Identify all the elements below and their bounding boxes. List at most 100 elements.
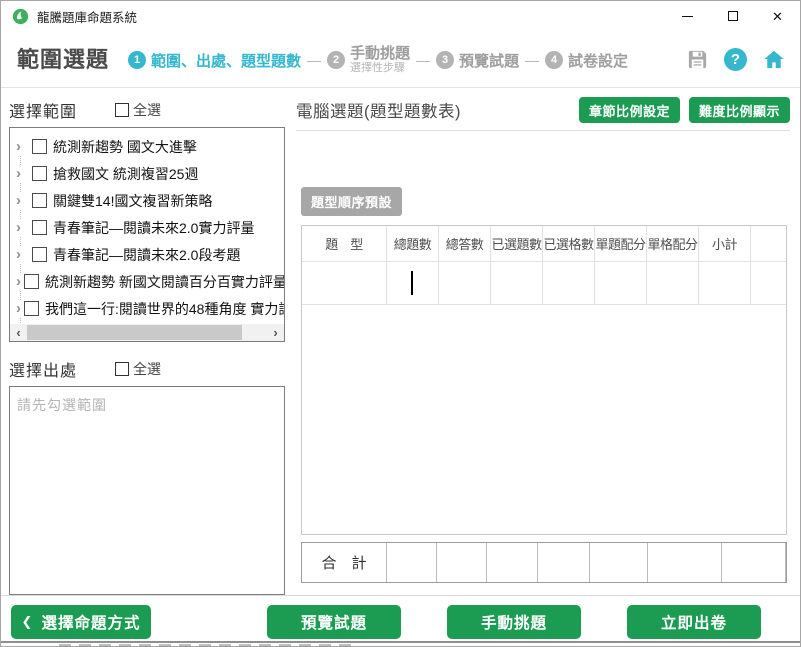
- tree-item-checkbox[interactable]: [32, 166, 47, 181]
- title-bar: 龍騰題庫命題系統 ✕: [1, 1, 800, 31]
- range-select-all[interactable]: 全選: [115, 100, 161, 120]
- tree-item-checkbox[interactable]: [24, 301, 39, 316]
- step-separator: —: [525, 52, 539, 68]
- left-panel: 選擇範圍 全選 › 統測新趨勢 國文大進擊 › 搶救國文 統測複習25週 › 關…: [9, 89, 285, 595]
- totals-cell: [487, 543, 538, 582]
- tree-item-checkbox[interactable]: [24, 274, 39, 289]
- range-tree-item[interactable]: › 搶救國文 統測複習25週: [10, 160, 284, 187]
- scroll-left-icon[interactable]: ‹: [10, 324, 27, 341]
- window-controls: ✕: [665, 1, 800, 31]
- tree-item-label: 青春筆記—閱讀未來2.0實力評量: [53, 218, 254, 238]
- manual-button-label: 手動挑題: [481, 611, 547, 633]
- step-1-range[interactable]: 1 範圍、出處、題型題數: [128, 50, 301, 71]
- range-tree-item[interactable]: › 我們這一行:閱讀世界的48種角度 實力評量: [10, 295, 284, 322]
- totals-label: 合 計: [302, 543, 387, 582]
- export-paper-button[interactable]: 立即出卷: [627, 605, 761, 639]
- table-data-row: [302, 262, 786, 305]
- table-empty-area: [302, 305, 786, 534]
- tree-expand-icon[interactable]: ›: [16, 247, 29, 262]
- tree-expand-icon[interactable]: ›: [16, 220, 29, 235]
- maximize-button[interactable]: [710, 1, 755, 31]
- column-header-points-per-blank: 單格配分: [647, 226, 699, 261]
- text-caret: [411, 271, 413, 295]
- step-3-preview[interactable]: 3 預覽試題: [436, 50, 519, 71]
- step-separator: —: [416, 52, 430, 68]
- selected-blanks-cell[interactable]: [543, 262, 595, 304]
- tree-item-label: 我們這一行:閱讀世界的48種角度 實力評量: [45, 299, 285, 319]
- close-icon: ✕: [772, 10, 783, 23]
- tree-expand-icon[interactable]: ›: [16, 274, 21, 289]
- range-tree-item[interactable]: › 青春筆記—閱讀未來2.0段考題: [10, 241, 284, 268]
- choose-method-back-button[interactable]: ❮ 選擇命題方式: [11, 605, 151, 639]
- range-tree-item[interactable]: › 統測新趨勢 新國文閱讀百分百實力評量: [10, 268, 284, 295]
- step-2-sublabel: 選擇性步驟: [350, 62, 410, 75]
- footer-divider: [1, 595, 800, 596]
- subtotal-cell[interactable]: [699, 262, 751, 304]
- column-header-total-answers: 總答數: [439, 226, 491, 261]
- horizontal-scrollbar[interactable]: ‹ ›: [10, 324, 284, 341]
- close-button[interactable]: ✕: [755, 1, 800, 31]
- computer-pick-title: 電腦選題(題型題數表): [296, 98, 461, 122]
- column-header-selected-blanks: 已選格數: [543, 226, 595, 261]
- range-select-all-checkbox[interactable]: [115, 103, 129, 117]
- page-title: 範圍選題: [17, 42, 109, 74]
- home-button[interactable]: [762, 48, 786, 71]
- step-4-label: 試卷設定: [568, 50, 628, 71]
- range-title: 選擇範圍: [9, 98, 77, 122]
- tree-expand-icon[interactable]: ›: [16, 166, 29, 181]
- totals-cell: [538, 543, 590, 582]
- step-4-paper-settings[interactable]: 4 試卷設定: [545, 50, 628, 71]
- range-tree-item[interactable]: › 青春筆記—閱讀未來2.0實力評量: [10, 214, 284, 241]
- step-3-label: 預覽試題: [459, 50, 519, 71]
- step-2-manual-pick[interactable]: 2 手動挑題 選擇性步驟: [327, 45, 410, 75]
- step-2-badge: 2: [327, 51, 345, 69]
- app-logo-icon: [12, 8, 29, 25]
- type-order-preset-button[interactable]: 題型順序預設: [301, 187, 402, 216]
- back-chevron-icon: ❮: [22, 614, 34, 630]
- manual-pick-button[interactable]: 手動挑題: [447, 605, 581, 639]
- minimize-icon: [682, 16, 693, 17]
- column-header-subtotal: 小計: [699, 226, 751, 261]
- chapter-ratio-button[interactable]: 章節比例設定: [579, 97, 680, 123]
- selected-questions-cell[interactable]: [491, 262, 543, 304]
- difficulty-ratio-button[interactable]: 難度比例顯示: [689, 97, 790, 123]
- source-select-all-label: 全選: [133, 359, 161, 379]
- source-placeholder-text: 請先勾選範圍: [17, 397, 107, 413]
- tree-item-checkbox[interactable]: [32, 139, 47, 154]
- total-answers-cell[interactable]: [439, 262, 491, 304]
- question-mark-icon: ?: [731, 51, 740, 68]
- tree-expand-icon[interactable]: ›: [16, 301, 21, 316]
- preview-questions-button[interactable]: 預覽試題: [267, 605, 401, 639]
- maximize-icon: [728, 11, 738, 21]
- computer-pick-header: 電腦選題(題型題數表) 章節比例設定 難度比例顯示: [296, 96, 790, 124]
- column-header-blank: [751, 226, 786, 261]
- column-header-total-questions: 總題數: [387, 226, 439, 261]
- range-section-header: 選擇範圍 全選: [9, 97, 285, 123]
- tree-item-label: 搶救國文 統測複習25週: [53, 164, 198, 184]
- minimize-button[interactable]: [665, 1, 710, 31]
- save-button[interactable]: [686, 48, 709, 71]
- points-per-blank-cell[interactable]: [647, 262, 699, 304]
- total-questions-cell[interactable]: [387, 262, 439, 304]
- tree-item-checkbox[interactable]: [32, 220, 47, 235]
- tree-item-checkbox[interactable]: [32, 193, 47, 208]
- source-select-all[interactable]: 全選: [115, 359, 161, 379]
- step-1-badge: 1: [128, 51, 146, 69]
- scrollbar-thumb[interactable]: [27, 325, 242, 340]
- tree-expand-icon[interactable]: ›: [16, 139, 29, 154]
- range-tree-item[interactable]: › 關鍵雙14!國文複習新策略: [10, 187, 284, 214]
- column-header-selected-questions: 已選題數: [491, 226, 543, 261]
- help-button[interactable]: ?: [724, 48, 747, 71]
- tree-expand-icon[interactable]: ›: [16, 193, 29, 208]
- tree-item-label: 統測新趨勢 國文大進擊: [53, 137, 197, 157]
- scroll-right-icon[interactable]: ›: [267, 324, 284, 341]
- points-per-question-cell[interactable]: [595, 262, 647, 304]
- table-header-row: 題 型 總題數 總答數 已選題數 已選格數 單題配分 單格配分 小計: [302, 226, 786, 262]
- source-select-all-checkbox[interactable]: [115, 362, 129, 376]
- type-cell[interactable]: [302, 262, 387, 304]
- totals-cell: [590, 543, 648, 582]
- step-4-badge: 4: [545, 51, 563, 69]
- range-tree-item[interactable]: › 統測新趨勢 國文大進擊: [10, 133, 284, 160]
- tree-item-checkbox[interactable]: [32, 247, 47, 262]
- tree-item-label: 關鍵雙14!國文複習新策略: [53, 191, 212, 211]
